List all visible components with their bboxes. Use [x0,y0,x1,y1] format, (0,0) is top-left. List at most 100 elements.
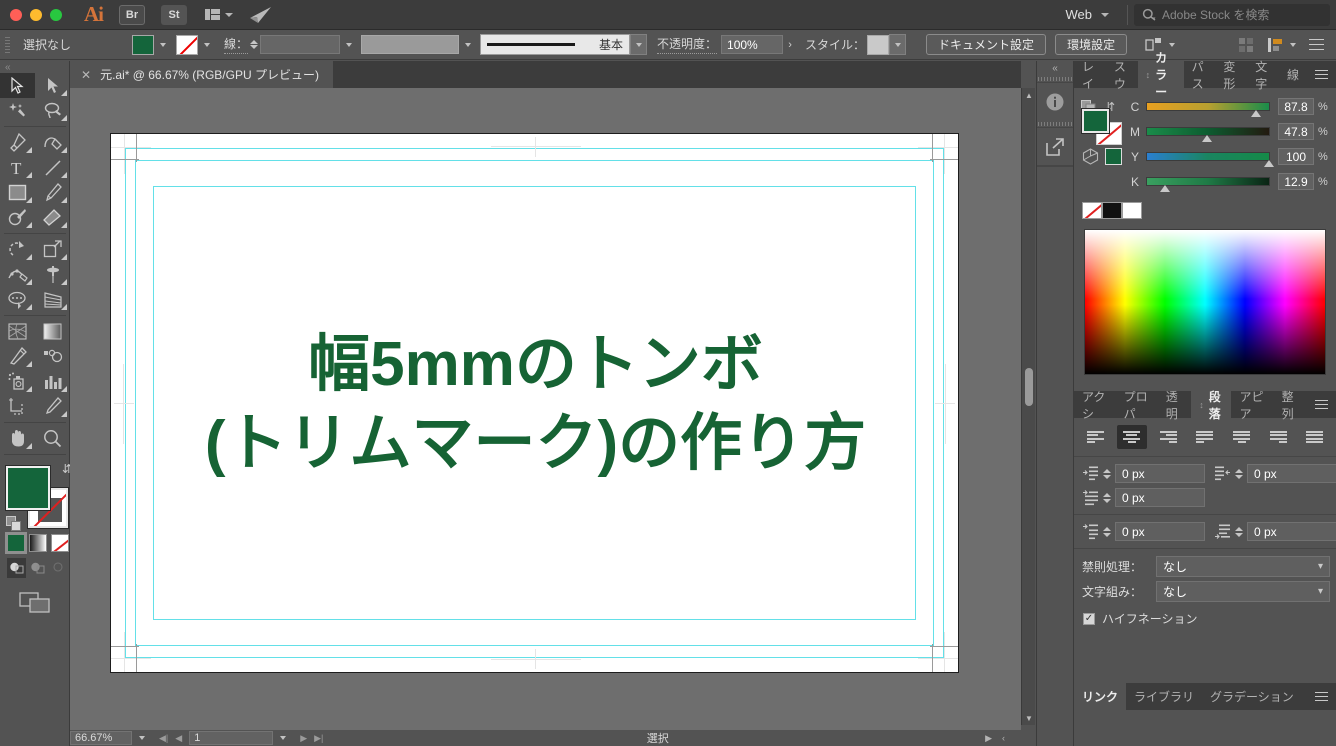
rectangle-tool[interactable] [0,180,35,205]
tab-swatches[interactable]: スウ [1106,60,1138,91]
collapse-panels-icon[interactable]: « [1037,61,1073,75]
export-button[interactable] [1037,127,1073,165]
default-fill-stroke-icon[interactable] [6,516,22,532]
mojikumi-select[interactable]: なし ▾ [1156,581,1330,602]
curvature-tool[interactable] [35,130,70,155]
indent-left-stepper[interactable] [1103,468,1111,479]
channel-slider-k[interactable] [1146,177,1270,192]
none-fill-mode[interactable] [51,534,69,552]
stroke-profile-select[interactable]: 基本 [480,34,631,55]
gradient-tool[interactable] [35,319,70,344]
graphic-style-dropdown-button[interactable] [889,34,907,55]
tab-color[interactable]: ↕ カラー [1137,51,1184,99]
zoom-tool[interactable] [35,426,70,451]
channel-knob-y[interactable] [1264,160,1275,167]
eyedropper-tool[interactable] [0,344,35,369]
shape-builder-tool[interactable] [0,287,35,312]
dock-grip-2[interactable] [1037,120,1073,127]
workspace-switcher[interactable]: Web [1054,4,1122,26]
tab-links[interactable]: リンク [1074,683,1127,710]
white-swatch[interactable] [1122,202,1142,219]
color-current-swatch[interactable] [1105,148,1122,165]
color-fill-swatch[interactable] [1081,107,1110,134]
tab-paragraph[interactable]: ↕ 段落 [1191,390,1232,421]
none-swatch[interactable] [1082,202,1102,219]
artboard-number-input[interactable]: 1 [189,731,274,745]
magic-wand-tool[interactable] [0,98,35,123]
scroll-down-icon[interactable]: ▼ [1022,711,1036,725]
scroll-up-icon[interactable]: ▲ [1022,88,1036,102]
channel-knob-c[interactable] [1250,110,1261,117]
chevron-down-icon[interactable] [465,42,472,47]
stroke-weight-stepper[interactable] [250,40,259,49]
justify-all-button[interactable] [1300,425,1330,449]
tab-character[interactable]: 文字 [1247,60,1279,91]
justify-last-right-button[interactable] [1263,425,1293,449]
arrange-documents-button[interactable] [205,9,233,20]
stock-button[interactable]: St [161,4,187,25]
blend-tool[interactable] [35,344,70,369]
paragraph-panel-menu-button[interactable] [1307,391,1336,418]
indent-left-input[interactable]: 0 px [1115,464,1205,483]
space-before-stepper[interactable] [1103,526,1111,537]
space-after-stepper[interactable] [1235,526,1243,537]
canvas-area[interactable]: 幅5mmのトンボ (トリムマーク)の作り方 [70,88,1021,725]
mesh-tool[interactable] [0,319,35,344]
transform-grid-icon[interactable] [1238,37,1254,53]
tab-transparency[interactable]: 透明 [1158,390,1191,421]
bridge-button[interactable]: Br [119,4,145,25]
artwork-text-block[interactable]: 幅5mmのトンボ (トリムマーク)の作り方 [111,134,960,674]
align-center-button[interactable] [1116,425,1147,449]
zoom-level-input[interactable]: 66.67% [70,731,132,745]
control-bar-grip[interactable] [3,35,11,54]
lasso-tool[interactable] [35,98,70,123]
maximize-window-button[interactable] [50,8,62,21]
channel-value-m[interactable]: 47.8 [1278,123,1314,140]
artboard-tool[interactable] [0,394,35,419]
artboard[interactable]: 幅5mmのトンボ (トリムマーク)の作り方 [110,133,959,673]
width-tool[interactable] [0,262,35,287]
artboard-dropdown-icon[interactable] [280,736,287,740]
align-right-button[interactable] [1153,425,1183,449]
first-artboard-icon[interactable]: ◀| [159,733,168,744]
align-left-button[interactable] [1080,425,1110,449]
indent-first-line-stepper[interactable] [1103,492,1111,503]
channel-value-c[interactable]: 87.8 [1278,98,1314,115]
tab-layers[interactable]: レイ [1074,60,1106,91]
fill-color-indicator[interactable] [5,465,51,511]
fill-swatch[interactable] [132,34,154,55]
stock-search-input[interactable]: Adobe Stock を検索 [1134,3,1330,26]
direct-selection-tool[interactable] [35,73,70,98]
stroke-color-control[interactable] [171,34,215,56]
selection-tool[interactable] [0,73,35,98]
chevron-down-icon[interactable] [346,42,353,47]
tab-gradient[interactable]: グラデーション [1202,683,1302,710]
slice-tool[interactable] [35,394,70,419]
channel-slider-m[interactable] [1146,127,1270,142]
vertical-scroll-thumb[interactable] [1025,368,1033,406]
opacity-expand-button[interactable]: › [783,35,797,54]
channel-knob-k[interactable] [1160,185,1171,192]
color-cube-icon[interactable] [1082,148,1099,165]
indent-right-input[interactable]: 0 px [1247,464,1336,483]
perspective-grid-tool[interactable] [35,287,70,312]
channel-value-y[interactable]: 100 [1278,148,1314,165]
variable-width-profile-input[interactable] [361,35,460,54]
shaper-tool[interactable] [0,205,35,230]
hyphenation-checkbox[interactable]: ✓ [1083,612,1095,625]
tab-pathfinder[interactable]: パス [1184,60,1216,91]
distribute-control[interactable] [1267,37,1296,53]
tab-transform[interactable]: 変形 [1215,60,1247,91]
symbol-sprayer-tool[interactable] [0,369,35,394]
document-tab[interactable]: ✕ 元.ai* @ 66.67% (RGB/GPU プレビュー) [70,61,334,88]
last-artboard-icon[interactable]: ▶| [314,733,323,744]
canvas-vertical-scrollbar[interactable]: ▲ ▼ [1021,88,1035,725]
channel-slider-c[interactable] [1146,102,1270,117]
space-after-input[interactable]: 0 px [1247,522,1336,541]
eraser-tool[interactable] [35,205,70,230]
color-fill-mode[interactable] [5,532,27,554]
next-artboard-icon[interactable]: ▶ [300,733,307,744]
bottom-panel-menu-button[interactable] [1307,683,1336,710]
rotate-tool[interactable] [0,237,35,262]
space-before-input[interactable]: 0 px [1115,522,1205,541]
